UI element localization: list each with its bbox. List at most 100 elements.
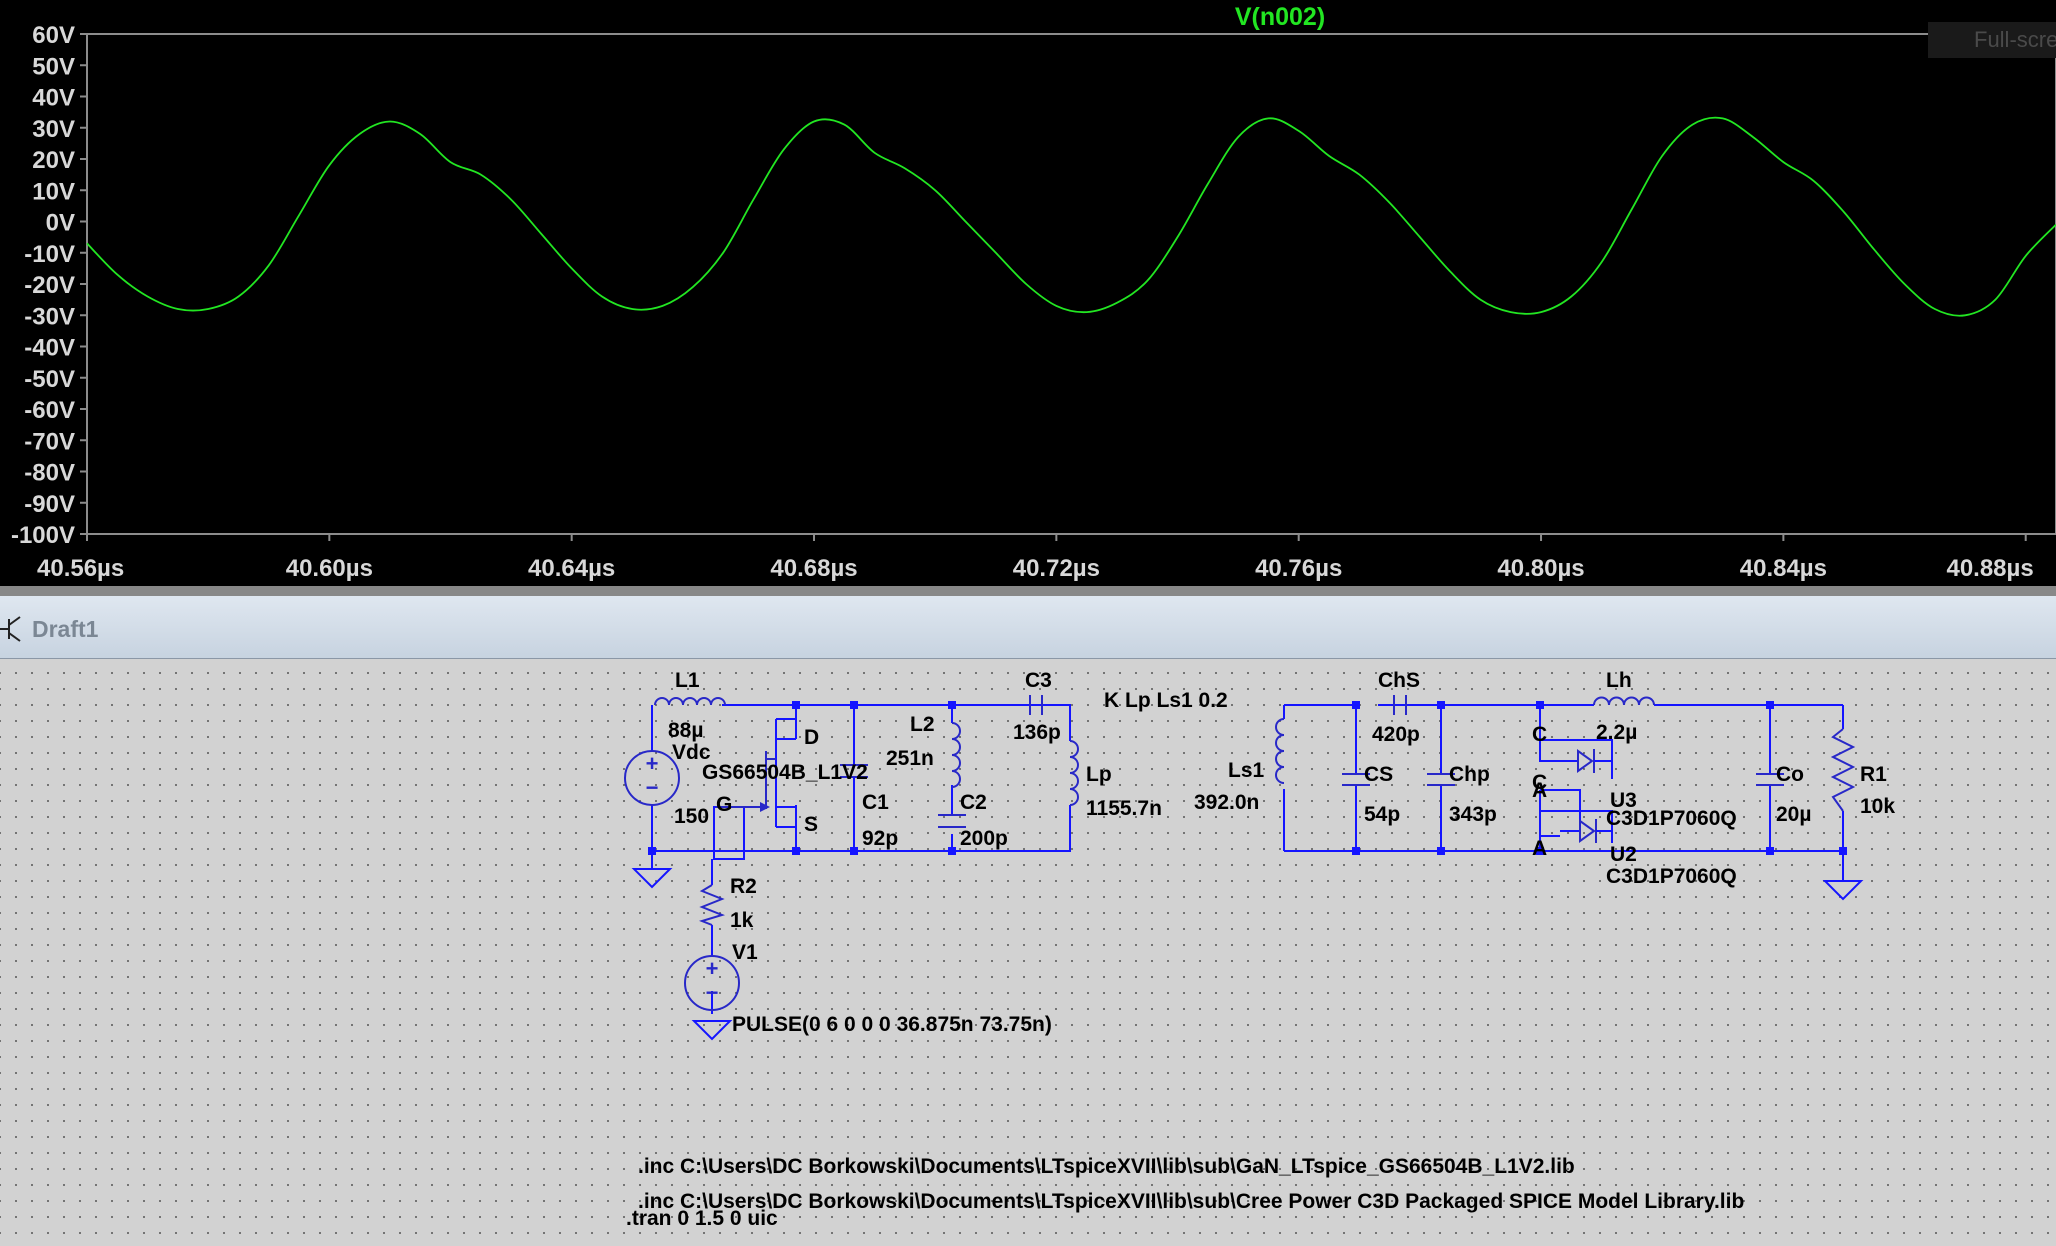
lh-name: Lh — [1606, 669, 1632, 692]
chp-value: 343p — [1449, 803, 1497, 826]
chs-name: ChS — [1378, 669, 1420, 692]
x-tick-label: 40.56µs — [37, 555, 124, 582]
x-tick-label: 40.84µs — [1740, 555, 1827, 582]
schematic-drawing[interactable]: + − + − L1 88µ Vdc 150 GS66504B_L1V2 D G… — [0, 659, 2056, 1246]
c1-value: 92p — [862, 827, 898, 850]
v1-name: V1 — [732, 941, 758, 964]
y-tick-label: -70V — [24, 428, 75, 455]
r2-name: R2 — [730, 875, 757, 898]
r1-value: 10k — [1860, 795, 1895, 818]
waveform-plot[interactable]: V(n002) 60V 50V 40V 30V 20V 10V 0V -10V -20V -30V… — [0, 0, 2056, 592]
tab-draft1[interactable]: Draft1 — [0, 614, 98, 644]
y-tick-label: 10V — [32, 178, 75, 205]
c2-value: 200p — [960, 827, 1008, 850]
l1-value: 88µ — [668, 719, 703, 742]
u3-pin-c: C — [1532, 723, 1547, 746]
y-tick-label: 30V — [32, 116, 75, 143]
y-tick-label: -30V — [24, 303, 75, 330]
y-tick-label: -80V — [24, 460, 75, 487]
c2-name: C2 — [960, 791, 987, 814]
voltage-source-vdc[interactable]: + − — [624, 750, 680, 806]
l2-value: 251n — [886, 747, 934, 770]
u3-value: C3D1P7060Q — [1606, 807, 1737, 830]
y-axis: 60V 50V 40V 30V 20V 10V 0V -10V -20V -30V -40V -50V… — [11, 22, 87, 549]
pulse-source-v1[interactable]: + − — [684, 955, 740, 1011]
tran-directive[interactable]: .tran 0 1.5 0 uic — [626, 1207, 778, 1230]
x-tick-label: 40.64µs — [528, 555, 615, 582]
lp-name: Lp — [1086, 763, 1112, 786]
x-tick-label: 40.72µs — [1013, 555, 1100, 582]
y-tick-label: -50V — [24, 366, 75, 393]
svg-text:−: − — [706, 980, 719, 1005]
u2-value: C3D1P7060Q — [1606, 865, 1737, 888]
y-tick-label: -90V — [24, 491, 75, 518]
plot-frame — [86, 33, 2056, 535]
svg-text:−: − — [646, 775, 659, 800]
diode-u2[interactable] — [1540, 810, 1613, 843]
vdc-value: 150 — [674, 805, 709, 828]
capacitor-c2[interactable] — [938, 814, 966, 828]
m1-pin-s: S — [804, 813, 818, 836]
y-tick-label: 20V — [32, 147, 75, 174]
schematic-tab-bar: Draft1 — [0, 596, 2056, 659]
y-tick-label: -20V — [24, 272, 75, 299]
ls1-name: Ls1 — [1228, 759, 1265, 782]
inc-directive-cree[interactable]: .inc C:\Users\DC Borkowski\Documents\LTs… — [638, 1190, 1744, 1213]
lh-value: 2.2µ — [1596, 721, 1637, 744]
c3-value: 136p — [1013, 721, 1061, 744]
v1-value: PULSE(0 6 0 0 0 36.875n 73.75n) — [732, 1013, 1052, 1036]
r1-name: R1 — [1860, 763, 1887, 786]
svg-text:+: + — [646, 751, 659, 776]
l1-name: L1 — [675, 669, 700, 692]
cs-value: 54p — [1364, 803, 1400, 826]
x-tick-label: 40.68µs — [770, 555, 857, 582]
u2-pin-a: A — [1532, 837, 1547, 860]
x-axis: 40.56µs 40.60µs 40.64µs 40.68µs 40.72µs 40.76… — [37, 534, 2034, 582]
wires — [651, 704, 1844, 1014]
y-tick-label: 40V — [32, 85, 75, 112]
diode-u3[interactable] — [1540, 739, 1613, 773]
r2-value: 1k — [730, 909, 754, 932]
inductor-lh[interactable] — [1593, 696, 1655, 706]
l2-name: L2 — [910, 713, 935, 736]
x-tick-label: 40.80µs — [1497, 555, 1584, 582]
svg-text:+: + — [706, 956, 719, 981]
resistor-r2[interactable] — [698, 884, 726, 926]
u2-pin-c: C — [1532, 771, 1547, 794]
ls1-value: 392.0n — [1194, 791, 1259, 814]
c1-name: C1 — [862, 791, 889, 814]
c3-name: C3 — [1025, 669, 1052, 692]
lp-value: 1155.7n — [1086, 797, 1162, 820]
u2-name: U2 — [1610, 843, 1637, 866]
co-value: 20µ — [1776, 803, 1811, 826]
x-tick-label: 40.60µs — [286, 555, 373, 582]
chs-value: 420p — [1372, 723, 1420, 746]
inc-directive-gan[interactable]: .inc C:\Users\DC Borkowski\Documents\LTs… — [638, 1155, 1575, 1178]
pane-splitter[interactable] — [0, 586, 2056, 596]
inductor-l2[interactable] — [951, 722, 961, 788]
inductor-lp[interactable] — [1069, 740, 1079, 806]
trace-line-v-n002 — [86, 116, 2056, 317]
inductor-ls1[interactable] — [1275, 718, 1285, 784]
m1-pin-d: D — [804, 726, 819, 749]
y-tick-label: 50V — [32, 53, 75, 80]
fullscreen-button[interactable]: Full-screen — [1928, 22, 2056, 58]
y-tick-label: 60V — [32, 22, 75, 49]
coupling-directive[interactable]: K Lp Ls1 0.2 — [1104, 689, 1228, 712]
y-tick-label: 0V — [46, 210, 75, 237]
inductor-l1[interactable] — [654, 697, 726, 706]
y-tick-label: -40V — [24, 335, 75, 362]
trace-title[interactable]: V(n002) — [1235, 3, 1325, 31]
x-tick-label: 40.88µs — [1946, 555, 2033, 582]
y-tick-label: -60V — [24, 397, 75, 424]
m1-pin-g: G — [716, 793, 732, 816]
co-name: Co — [1776, 763, 1804, 786]
cs-name: CS — [1364, 763, 1393, 786]
schematic-canvas[interactable]: + − + − L1 88µ Vdc 150 GS66504B_L1V2 D G… — [0, 659, 2056, 1246]
y-tick-label: -10V — [24, 241, 75, 268]
schematic-icon — [0, 616, 21, 642]
resistor-r1[interactable] — [1830, 728, 1856, 812]
y-tick-label: -100V — [11, 522, 75, 549]
waveform-pane[interactable]: V(n002) 60V 50V 40V 30V 20V 10V 0V -10V -20V -30V… — [0, 0, 2056, 592]
m1-model: GS66504B_L1V2 — [702, 761, 868, 784]
